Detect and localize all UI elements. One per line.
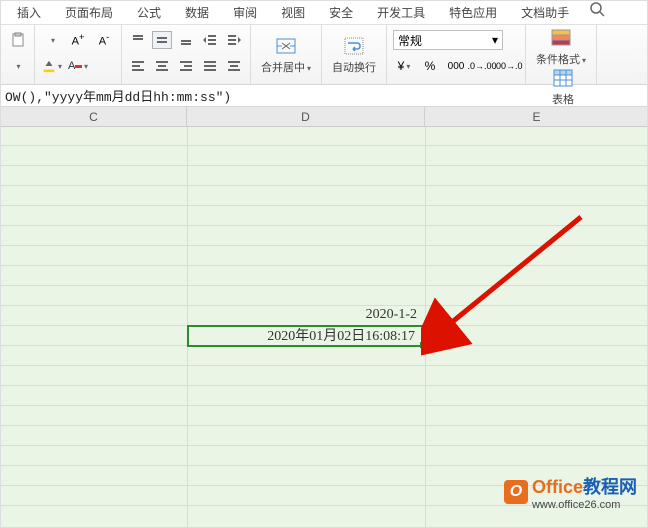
annotation-arrow — [421, 207, 601, 357]
formula-content: OW(),"yyyy年mm月dd日hh:mm:ss") — [1, 86, 231, 105]
watermark-url: www.office26.com — [532, 499, 637, 511]
tab-doc-helper[interactable]: 文档助手 — [509, 1, 581, 25]
number-format-value: 常规 — [398, 32, 422, 49]
table-icon — [552, 67, 574, 89]
decrease-font-icon[interactable]: A- — [93, 30, 115, 50]
font-color-icon[interactable]: A — [67, 56, 89, 76]
group-alignment — [122, 25, 251, 84]
group-merge: 合并居中 — [251, 25, 322, 84]
col-header-d[interactable]: D — [187, 107, 425, 127]
paste-dropdown[interactable] — [7, 56, 28, 76]
column-headers: C D E — [1, 107, 647, 127]
tab-formula[interactable]: 公式 — [125, 1, 173, 25]
tab-dev-tools[interactable]: 开发工具 — [365, 1, 437, 25]
wrap-icon — [343, 35, 365, 57]
font-name-dropdown[interactable] — [41, 30, 63, 50]
align-center-icon[interactable] — [152, 57, 172, 75]
increase-font-icon[interactable]: A+ — [67, 30, 89, 50]
tab-special[interactable]: 特色应用 — [437, 1, 509, 25]
merge-icon — [275, 35, 297, 57]
group-clipboard — [1, 25, 35, 84]
decrease-decimal-icon[interactable]: .00→.0 — [497, 56, 519, 76]
percent-icon[interactable]: % — [419, 56, 441, 76]
tab-review[interactable]: 审阅 — [221, 1, 269, 25]
table-style-button[interactable]: 表格 — [536, 67, 590, 107]
decrease-indent-icon[interactable] — [200, 31, 220, 49]
watermark-brand: Office — [532, 477, 583, 497]
currency-icon[interactable]: ¥ — [393, 56, 415, 76]
increase-indent-icon[interactable] — [224, 31, 244, 49]
search-icon[interactable] — [581, 1, 605, 25]
cell-value: 2020年01月02日16:08:17 — [267, 329, 415, 344]
col-header-e[interactable]: E — [425, 107, 648, 127]
wrap-text-button[interactable]: 自动换行 — [328, 27, 380, 83]
align-bottom-icon[interactable] — [176, 31, 196, 49]
watermark-logo-icon: O — [504, 480, 528, 504]
paste-icon[interactable] — [7, 30, 28, 50]
comma-icon[interactable]: 000 — [445, 56, 467, 76]
number-format-select[interactable]: 常规 ▾ — [393, 30, 503, 50]
tab-view[interactable]: 视图 — [269, 1, 317, 25]
distribute-icon[interactable] — [224, 57, 244, 75]
conditional-format-button[interactable]: 条件格式 — [532, 27, 590, 67]
cell-date-formatted-selected[interactable]: 2020年01月02日16:08:17 — [187, 325, 425, 347]
group-wrap: 自动换行 — [322, 25, 387, 84]
table-label: 表格 — [552, 91, 574, 107]
increase-decimal-icon[interactable]: .0→.00 — [471, 56, 493, 76]
ribbon-tabs: 插入 页面布局 公式 数据 审阅 视图 安全 开发工具 特色应用 文档助手 — [1, 1, 647, 25]
wrap-label: 自动换行 — [332, 59, 376, 75]
conditional-format-icon — [550, 27, 572, 49]
ribbon-toolbar: A+ A- A 合并居中 — [1, 25, 647, 85]
tab-page-layout[interactable]: 页面布局 — [53, 1, 125, 25]
merge-label: 合并居中 — [261, 59, 311, 75]
tab-insert[interactable]: 插入 — [5, 1, 53, 25]
align-right-icon[interactable] — [176, 57, 196, 75]
tab-security[interactable]: 安全 — [317, 1, 365, 25]
cell-date-short[interactable]: 2020-1-2 — [187, 305, 425, 325]
watermark: O Office教程网 www.office26.com — [504, 473, 637, 511]
group-font: A+ A- A — [35, 25, 122, 84]
cond-label: 条件格式 — [536, 51, 586, 67]
chevron-down-icon: ▾ — [492, 33, 498, 47]
align-middle-icon[interactable] — [152, 31, 172, 49]
spreadsheet-grid[interactable]: 2020-1-2 2020年01月02日16:08:17 O Office教程网… — [1, 127, 647, 527]
fill-color-icon[interactable] — [41, 56, 63, 76]
tab-data[interactable]: 数据 — [173, 1, 221, 25]
watermark-brand2: 教程网 — [583, 477, 637, 497]
justify-icon[interactable] — [200, 57, 220, 75]
col-header-c[interactable]: C — [1, 107, 187, 127]
group-styles: 条件格式 表格 — [526, 25, 597, 84]
align-left-icon[interactable] — [128, 57, 148, 75]
merge-center-button[interactable]: 合并居中 — [257, 27, 315, 83]
group-number-format: 常规 ▾ ¥ % 000 .0→.00 .00→.0 — [387, 25, 526, 84]
fill-handle[interactable] — [420, 342, 426, 348]
align-top-icon[interactable] — [128, 31, 148, 49]
